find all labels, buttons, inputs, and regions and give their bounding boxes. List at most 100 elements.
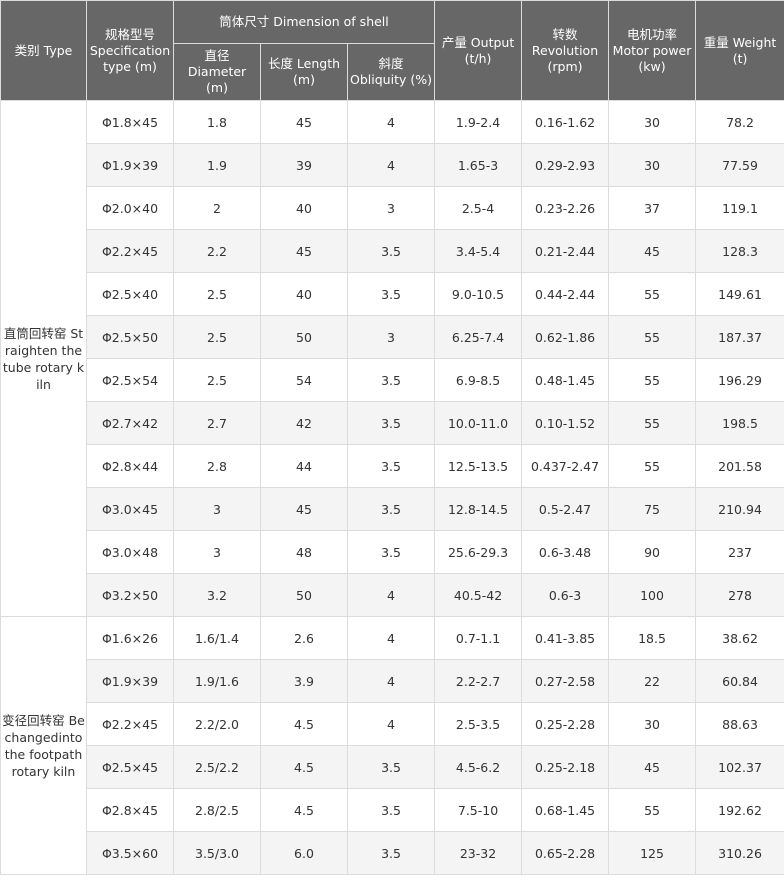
- diameter-cell: 3: [173, 487, 261, 531]
- length-cell: 50: [260, 315, 348, 359]
- revolution-cell: 0.21-2.44: [521, 229, 610, 273]
- spec-cell: Φ1.9×39: [86, 659, 174, 703]
- spec-cell: Φ1.8×45: [86, 100, 174, 144]
- header-revolution: 转数 Revolution (rpm): [521, 0, 610, 101]
- diameter-cell: 3.5/3.0: [173, 831, 261, 875]
- diameter-cell: 1.9/1.6: [173, 659, 261, 703]
- power-cell: 37: [608, 186, 697, 230]
- header-diameter: 直径 Diameter (m): [173, 43, 261, 101]
- output-cell: 4.5-6.2: [434, 745, 523, 789]
- length-cell: 44: [260, 444, 348, 488]
- table-row: Φ2.8×44 2.8 44 3.5 12.5-13.5 0.437-2.47 55 201.…: [1, 444, 784, 488]
- length-cell: 45: [260, 229, 348, 273]
- header-weight: 重量 Weight (t): [695, 0, 784, 101]
- spec-cell: Φ2.5×54: [86, 358, 174, 402]
- table-row: Φ2.2×45 2.2/2.0 4.5 4 2.5-3.5 0.25-2.28 30 88.6…: [1, 702, 784, 746]
- output-cell: 25.6-29.3: [434, 530, 523, 574]
- spec-cell: Φ2.5×50: [86, 315, 174, 359]
- output-cell: 0.7-1.1: [434, 616, 523, 660]
- diameter-cell: 2.5: [173, 315, 261, 359]
- header-motor-power: 电机功率 Motor power (kw): [608, 0, 697, 101]
- obliquity-cell: 3: [346, 315, 436, 359]
- spec-cell: Φ2.0×40: [86, 186, 174, 230]
- output-cell: 12.5-13.5: [434, 444, 523, 488]
- spec-cell: Φ2.8×45: [86, 788, 174, 832]
- length-cell: 4.5: [260, 702, 348, 746]
- output-cell: 3.4-5.4: [434, 229, 523, 273]
- output-cell: 12.8-14.5: [434, 487, 523, 531]
- obliquity-cell: 3.5: [346, 358, 436, 402]
- obliquity-cell: 3.5: [346, 530, 436, 574]
- diameter-cell: 2.7: [173, 401, 261, 445]
- power-cell: 55: [608, 401, 697, 445]
- weight-cell: 198.5: [695, 401, 784, 445]
- weight-cell: 88.63: [695, 702, 784, 746]
- spec-cell: Φ1.9×39: [86, 143, 174, 187]
- weight-cell: 310.26: [695, 831, 784, 875]
- diameter-cell: 2: [173, 186, 261, 230]
- weight-cell: 278: [695, 573, 784, 617]
- revolution-cell: 0.6-3.48: [521, 530, 610, 574]
- output-cell: 6.25-7.4: [434, 315, 523, 359]
- length-cell: 4.5: [260, 788, 348, 832]
- table-row: Φ2.5×50 2.5 50 3 6.25-7.4 0.62-1.86 55 187.37: [1, 315, 784, 359]
- output-cell: 23-32: [434, 831, 523, 875]
- power-cell: 55: [608, 444, 697, 488]
- diameter-cell: 2.2/2.0: [173, 702, 261, 746]
- spec-cell: Φ3.5×60: [86, 831, 174, 875]
- table-row: Φ2.5×40 2.5 40 3.5 9.0-10.5 0.44-2.44 55 149.61: [1, 272, 784, 316]
- weight-cell: 201.58: [695, 444, 784, 488]
- power-cell: 30: [608, 143, 697, 187]
- length-cell: 4.5: [260, 745, 348, 789]
- length-cell: 42: [260, 401, 348, 445]
- power-cell: 55: [608, 272, 697, 316]
- output-cell: 40.5-42: [434, 573, 523, 617]
- table-row: Φ3.5×60 3.5/3.0 6.0 3.5 23-32 0.65-2.28 125 310…: [1, 831, 784, 875]
- power-cell: 75: [608, 487, 697, 531]
- revolution-cell: 0.65-2.28: [521, 831, 610, 875]
- weight-cell: 192.62: [695, 788, 784, 832]
- output-cell: 7.5-10: [434, 788, 523, 832]
- obliquity-cell: 4: [346, 702, 436, 746]
- weight-cell: 237: [695, 530, 784, 574]
- table-row: Φ2.5×54 2.5 54 3.5 6.9-8.5 0.48-1.45 55 196.29: [1, 358, 784, 402]
- revolution-cell: 0.10-1.52: [521, 401, 610, 445]
- weight-cell: 119.1: [695, 186, 784, 230]
- length-cell: 50: [260, 573, 348, 617]
- table-row: Φ2.5×45 2.5/2.2 4.5 3.5 4.5-6.2 0.25-2.18 45 10…: [1, 745, 784, 789]
- header-length: 长度 Length (m): [260, 43, 348, 101]
- length-cell: 45: [260, 100, 348, 144]
- revolution-cell: 0.29-2.93: [521, 143, 610, 187]
- spec-cell: Φ3.0×45: [86, 487, 174, 531]
- header-output: 产量 Output (t/h): [434, 0, 523, 101]
- weight-cell: 77.59: [695, 143, 784, 187]
- obliquity-cell: 3.5: [346, 444, 436, 488]
- spec-cell: Φ2.7×42: [86, 401, 174, 445]
- obliquity-cell: 3: [346, 186, 436, 230]
- power-cell: 125: [608, 831, 697, 875]
- output-cell: 1.65-3: [434, 143, 523, 187]
- revolution-cell: 0.25-2.28: [521, 702, 610, 746]
- spec-cell: Φ1.6×26: [86, 616, 174, 660]
- power-cell: 55: [608, 788, 697, 832]
- weight-cell: 60.84: [695, 659, 784, 703]
- revolution-cell: 0.68-1.45: [521, 788, 610, 832]
- obliquity-cell: 3.5: [346, 272, 436, 316]
- diameter-cell: 1.9: [173, 143, 261, 187]
- power-cell: 22: [608, 659, 697, 703]
- output-cell: 6.9-8.5: [434, 358, 523, 402]
- diameter-cell: 2.5/2.2: [173, 745, 261, 789]
- obliquity-cell: 3.5: [346, 229, 436, 273]
- diameter-cell: 1.8: [173, 100, 261, 144]
- power-cell: 45: [608, 745, 697, 789]
- table-row: Φ2.2×45 2.2 45 3.5 3.4-5.4 0.21-2.44 45 128.3: [1, 229, 784, 273]
- obliquity-cell: 3.5: [346, 401, 436, 445]
- header-row: 类别 Type 规格型号 Specification type (m) 筒体尺寸…: [0, 0, 784, 101]
- weight-cell: 78.2: [695, 100, 784, 144]
- weight-cell: 102.37: [695, 745, 784, 789]
- spec-cell: Φ2.8×44: [86, 444, 174, 488]
- obliquity-cell: 3.5: [346, 745, 436, 789]
- revolution-cell: 0.25-2.18: [521, 745, 610, 789]
- table-row: Φ3.0×45 3 45 3.5 12.8-14.5 0.5-2.47 75 210.94: [1, 487, 784, 531]
- table-row: Φ1.9×39 1.9 39 4 1.65-3 0.29-2.93 30 77.59: [1, 143, 784, 187]
